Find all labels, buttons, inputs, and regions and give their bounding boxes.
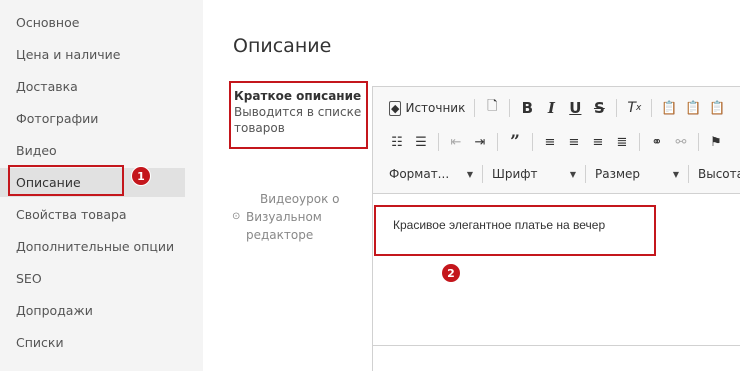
indent-icon[interactable]: ⇥ (469, 131, 491, 153)
sidebar-item-lists[interactable]: Списки (0, 328, 185, 357)
line-height-dropdown[interactable]: Высота ... (694, 163, 740, 185)
toolbar-separator (651, 99, 653, 117)
font-dropdown-label: Шрифт (492, 167, 538, 181)
align-center-icon[interactable]: ≡ (563, 131, 585, 153)
unlink-icon[interactable]: ⚯ (670, 131, 692, 153)
toolbar-separator (585, 165, 586, 183)
sidebar-item-photos[interactable]: Фотографии (0, 104, 185, 133)
strikethrough-icon[interactable]: S (588, 97, 610, 119)
paste-text-icon[interactable]: 📋 (682, 97, 704, 119)
toolbar-separator (509, 99, 511, 117)
source-button[interactable]: ◆ Источник (386, 97, 468, 119)
source-icon: ◆ (389, 100, 402, 116)
sidebar-item-main[interactable]: Основное (0, 8, 185, 37)
size-dropdown[interactable]: Размер ▼ (591, 163, 683, 185)
page-title: Описание (233, 34, 332, 57)
editor-status-bar (373, 345, 740, 373)
toolbar-separator (639, 133, 640, 151)
sidebar-item-price[interactable]: Цена и наличие (0, 40, 185, 69)
sidebar-item-seo[interactable]: SEO (0, 264, 185, 293)
video-hint-line3: редакторе (246, 228, 314, 242)
paste-word-icon[interactable]: 📋 (706, 97, 728, 119)
font-dropdown[interactable]: Шрифт ▼ (488, 163, 580, 185)
align-right-icon[interactable]: ≡ (587, 131, 609, 153)
video-hint-line2: Визуальном (246, 210, 322, 224)
link-icon[interactable]: ⚭ (646, 131, 668, 153)
annotation-badge-1: 1 (131, 166, 151, 186)
highlight-box-content (374, 205, 656, 256)
sidebar-item-upsells[interactable]: Допродажи (0, 296, 185, 325)
align-justify-icon[interactable]: ≣ (611, 131, 633, 153)
highlight-box-description-tab (8, 165, 124, 196)
toolbar-separator (497, 133, 498, 151)
sidebar-item-video[interactable]: Видео (0, 136, 185, 165)
blockquote-icon[interactable]: ” (504, 131, 526, 153)
chevron-down-icon: ▼ (569, 169, 576, 179)
toolbar-separator (532, 133, 533, 151)
chevron-down-icon: ▼ (672, 169, 679, 179)
remove-format-icon[interactable]: Tx (623, 97, 645, 119)
sidebar-item-delivery[interactable]: Доставка (0, 72, 185, 101)
toolbar-separator (616, 99, 618, 117)
toolbar-separator (474, 99, 476, 117)
format-dropdown-label: Формат... (389, 167, 450, 181)
video-tutorial-link[interactable]: Видеоурок о ⊙ Визуальном редакторе (232, 190, 340, 244)
bulleted-list-icon[interactable]: ☰ (410, 131, 432, 153)
underline-icon[interactable]: U (564, 97, 586, 119)
align-left-icon[interactable]: ≡ (539, 131, 561, 153)
italic-icon[interactable]: I (540, 97, 562, 119)
size-dropdown-label: Размер (595, 167, 641, 181)
toolbar-separator (482, 165, 483, 183)
format-dropdown[interactable]: Формат... ▼ (385, 163, 477, 185)
document-icon[interactable]: 🗋 (481, 97, 503, 119)
video-hint-line1: Видеоурок о (260, 192, 340, 206)
sidebar-item-properties[interactable]: Свойства товара (0, 200, 185, 229)
source-button-label: Источник (405, 101, 466, 115)
toolbar-separator (698, 133, 699, 151)
toolbar-separator (438, 133, 439, 151)
annotation-badge-2: 2 (441, 263, 461, 283)
paste-icon[interactable]: 📋 (658, 97, 680, 119)
bold-icon[interactable]: B (516, 97, 538, 119)
chevron-down-icon: ▼ (466, 169, 473, 179)
toolbar-separator (688, 165, 689, 183)
outdent-icon[interactable]: ⇤ (445, 131, 467, 153)
numbered-list-icon[interactable]: ☷ (386, 131, 408, 153)
highlight-box-field-label (229, 81, 368, 149)
editor-toolbar: ◆ Источник 🗋 B I U S Tx 📋 📋 📋 ☷ ☰ ⇤ ⇥ ” (373, 87, 740, 194)
anchor-flag-icon[interactable]: ⚑ (705, 131, 727, 153)
play-circle-icon: ⊙ (232, 211, 241, 222)
sidebar-item-options[interactable]: Дополнительные опции (0, 232, 185, 261)
line-height-dropdown-label: Высота ... (698, 167, 740, 181)
